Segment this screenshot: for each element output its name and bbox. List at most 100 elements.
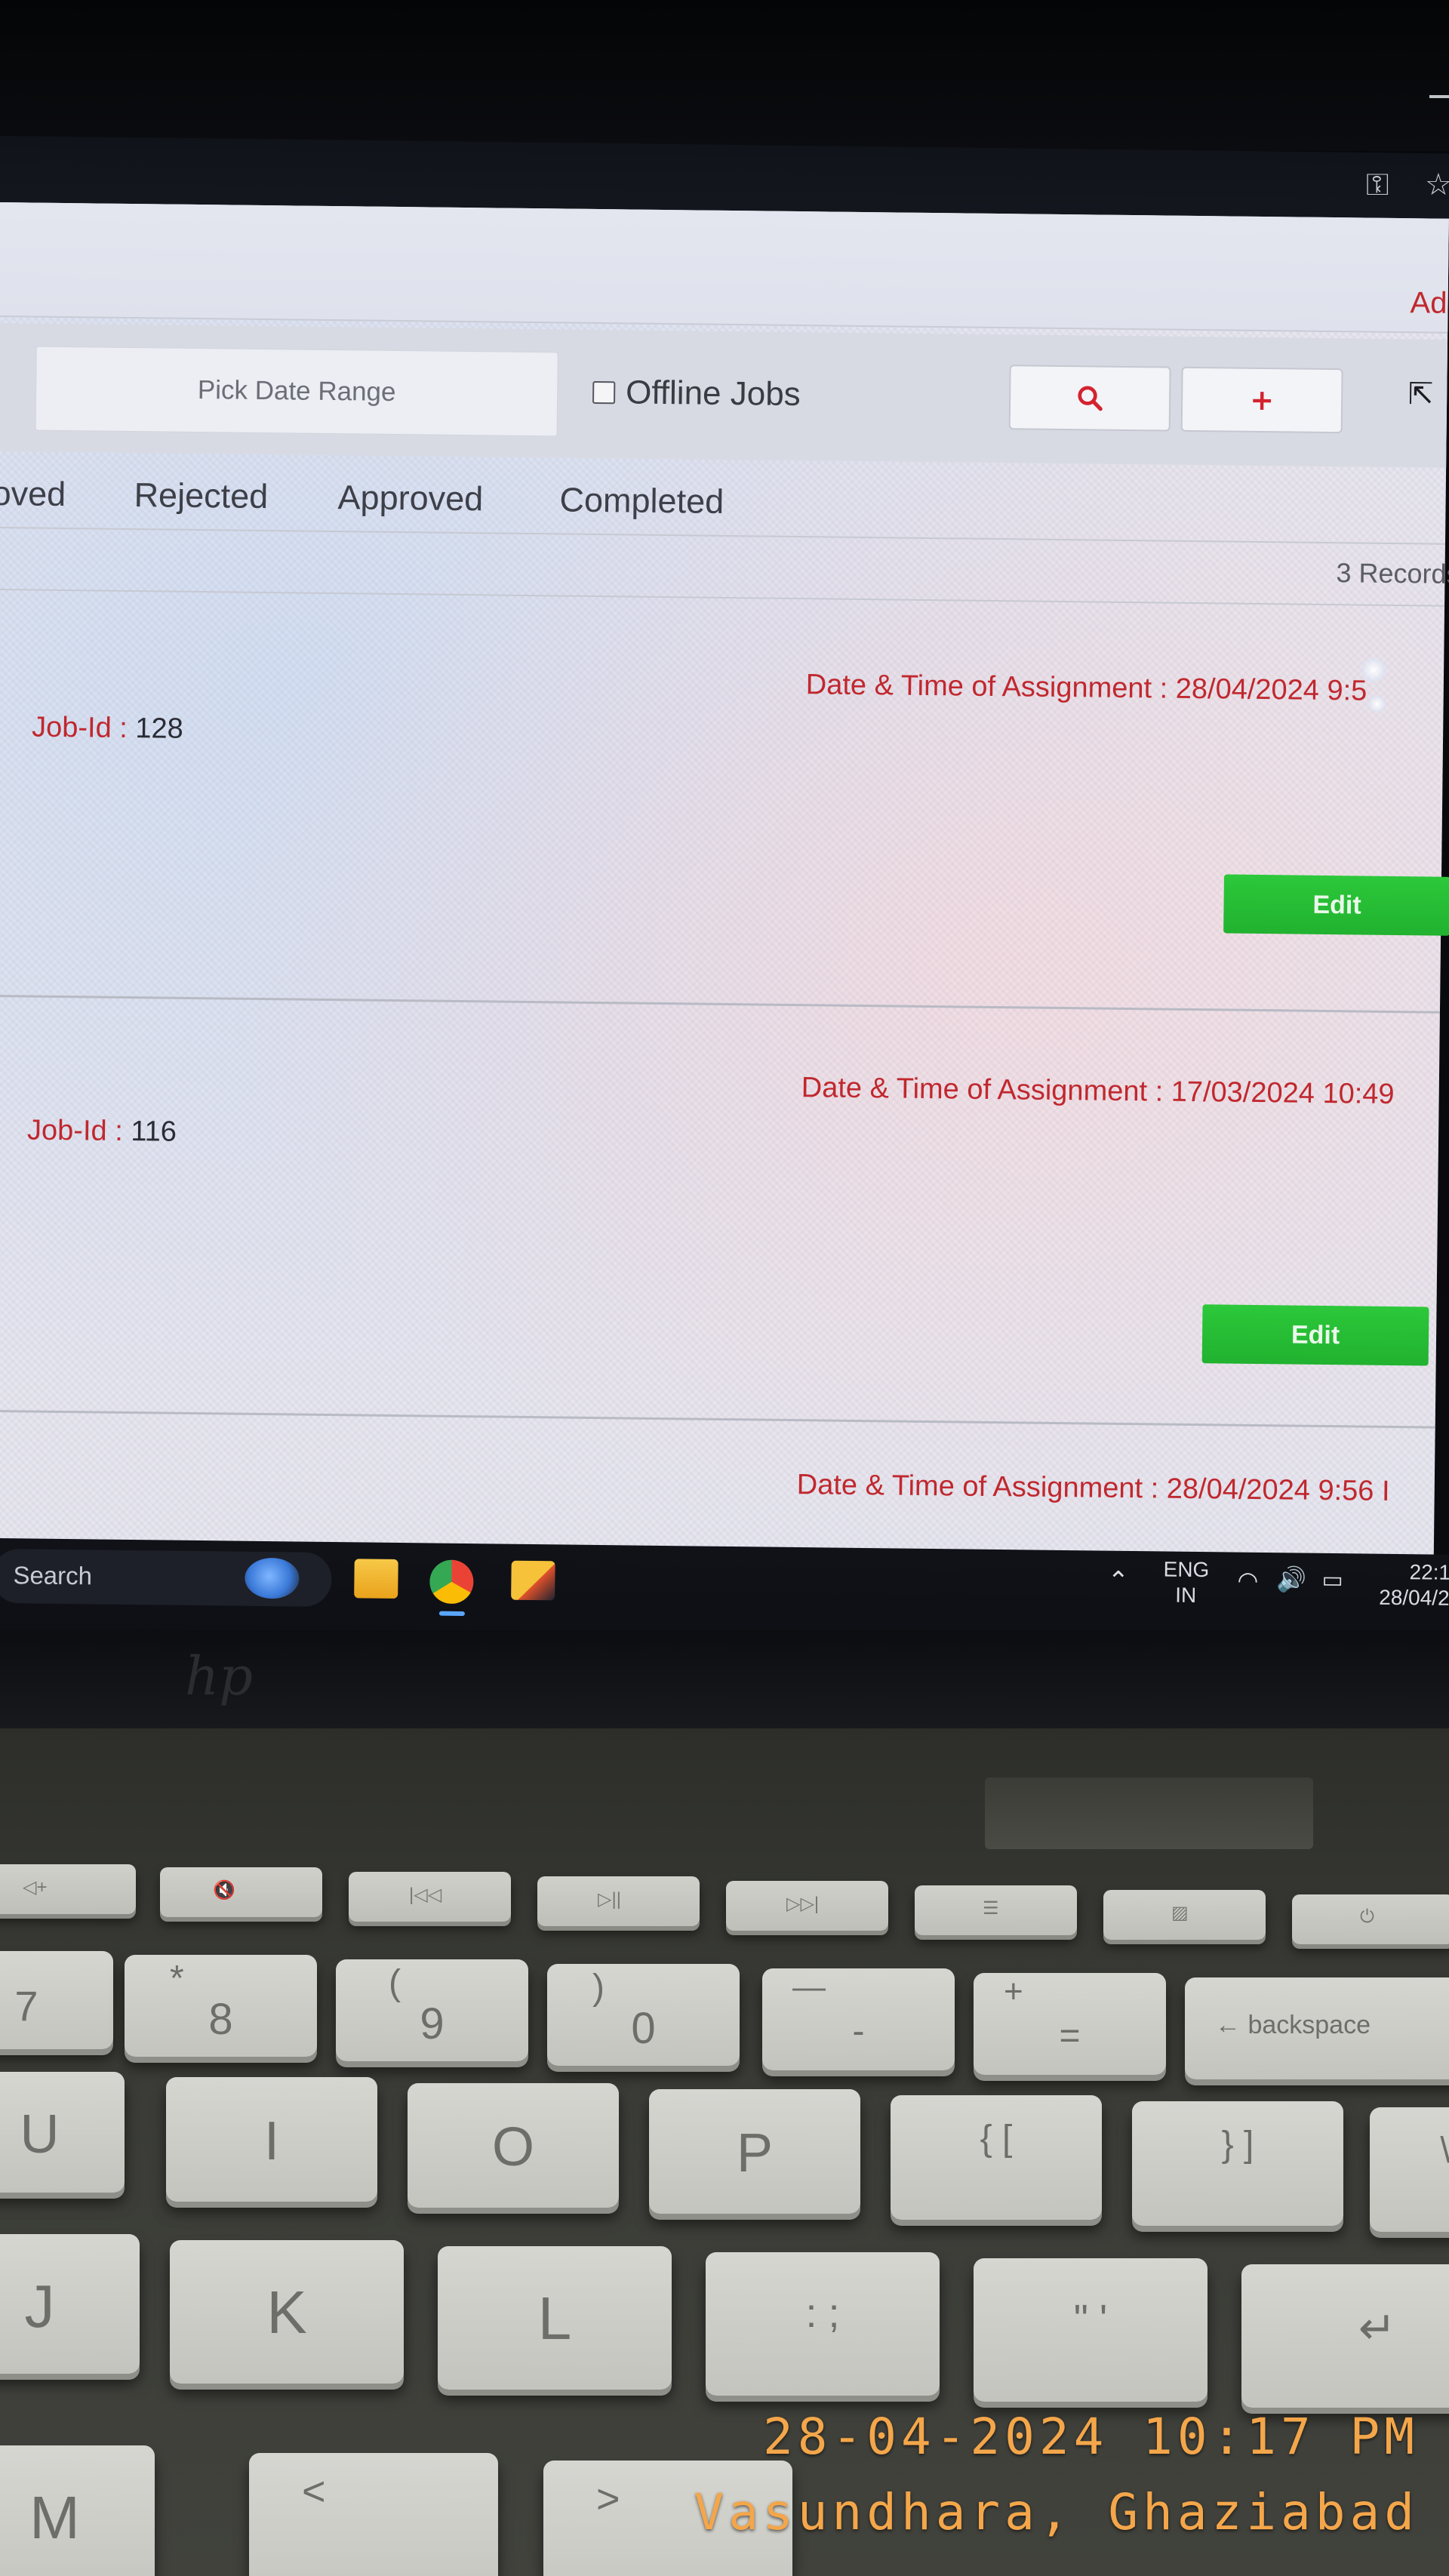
keyboard-key: M (0, 2445, 155, 2576)
keyboard-key: " ' (974, 2258, 1208, 2402)
keyboard-key-enter: ↵ (1241, 2264, 1449, 2408)
fn-key-label: ▷▷| (786, 1894, 820, 1914)
keyboard-key: L (438, 2246, 672, 2390)
edit-button[interactable]: Edit (1223, 874, 1449, 936)
keyboard-key-backspace: ← backspace (1185, 1977, 1449, 2079)
key-label: 9 (420, 1999, 445, 2048)
star-icon[interactable]: ☆ (1425, 168, 1449, 202)
tab-rejected[interactable]: Rejected (134, 475, 268, 516)
fish-search-highlight-icon (245, 1557, 300, 1599)
key-label: < (302, 2469, 326, 2514)
screen-glare (1360, 657, 1387, 683)
hp-logo: hp (185, 1645, 253, 1707)
records-count: 3 Records (1336, 557, 1449, 589)
keyboard-key: — - (762, 1968, 955, 2070)
show-hidden-icons-icon[interactable]: ⌃ (1107, 1566, 1129, 1596)
keyboard-key: U (0, 2072, 125, 2193)
tab-approved[interactable]: Approved (337, 478, 483, 519)
fn-key-label: ▨ (1171, 1903, 1189, 1923)
key-label-top: — (792, 1968, 826, 2005)
job-id: Job-Id : 116 (27, 1114, 177, 1148)
language-indicator-bottom[interactable]: IN (1175, 1583, 1196, 1608)
fn-key-label: |◁◁ (409, 1885, 442, 1905)
key-label-top: ) (592, 1968, 605, 2008)
wifi-icon[interactable]: ◠ (1237, 1566, 1258, 1595)
key-label: } ] (1221, 2125, 1254, 2165)
tab-approved-partial[interactable]: oved (0, 474, 66, 514)
key-label: : ; (805, 2291, 840, 2336)
key-label-top: + (1004, 1973, 1023, 2010)
assignment-datetime: Date & Time of Assignment : 28/04/2024 9… (805, 669, 1367, 707)
key-label: K (266, 2279, 307, 2346)
search-icon (1078, 386, 1103, 411)
key-label-top: ( (389, 1963, 401, 2003)
keyboard-key-fn: ☰ (915, 1885, 1077, 1935)
keyboard-key: I (166, 2077, 377, 2202)
taskbar-search[interactable]: Search (0, 1548, 332, 1607)
keyboard-key: + = (974, 1973, 1166, 2075)
key-label: - (852, 2011, 865, 2051)
chrome-icon[interactable] (429, 1559, 474, 1605)
key-label: \ (1370, 2130, 1449, 2171)
job-id-value: 116 (131, 1116, 177, 1148)
taskbar-search-label: Search (13, 1561, 93, 1590)
keyboard-key: < (249, 2453, 498, 2576)
key-label: 8 (208, 1995, 233, 2044)
keyboard-key-fn: ⏻ (1292, 1894, 1449, 1944)
key-label: I (263, 2111, 279, 2171)
keyboard-key: K (170, 2240, 404, 2384)
web-app-screen: Adı Pick Date Range Offline Jobs + ⇱ ove… (0, 202, 1449, 1577)
key-label: = (1059, 2016, 1081, 2056)
key-label: U (20, 2104, 60, 2165)
key-label: M (29, 2484, 80, 2551)
job-id-value: 128 (135, 712, 184, 745)
keyboard-key-fn: ▷▷| (726, 1881, 888, 1931)
key-label: " ' (1073, 2297, 1108, 2342)
taskbar-time[interactable]: 22:1 (1409, 1560, 1449, 1585)
filter-bar: Pick Date Range Offline Jobs + ⇱ (0, 322, 1448, 468)
tab-completed[interactable]: Completed (559, 480, 724, 521)
sticky-app-icon[interactable] (511, 1560, 555, 1601)
keyboard-key: : ; (706, 2252, 940, 2396)
taskbar-date[interactable]: 28/04/2 (1379, 1586, 1449, 1611)
keyboard-key: ) 0 (547, 1964, 740, 2066)
nav-admin-link[interactable]: Adı (1410, 286, 1449, 321)
keyboard-key-fn: 🔇 (160, 1867, 322, 1917)
assignment-datetime: Date & Time of Assignment : 17/03/2024 1… (801, 1072, 1395, 1111)
job-id-label: Job-Id : (26, 1114, 124, 1147)
date-range-picker[interactable]: Pick Date Range (35, 346, 558, 437)
key-label: 0 (631, 2004, 656, 2053)
top-nav: Adı (0, 202, 1449, 334)
search-button[interactable] (1008, 365, 1171, 432)
keyboard-key-fn: ◁+ (0, 1864, 136, 1914)
key-label-top: * (170, 1959, 184, 1999)
keyboard-key: ( 9 (336, 1959, 528, 2061)
fn-key-label: ⏻ (1360, 1907, 1374, 1927)
offline-jobs-label: Offline Jobs (625, 374, 801, 414)
key-label: L (537, 2285, 572, 2352)
offline-jobs-checkbox[interactable] (592, 380, 616, 405)
key-label: { [ (980, 2119, 1013, 2159)
key-label: P (736, 2123, 774, 2184)
keyboard-key: } ] (1132, 2101, 1343, 2226)
hinge-vent (985, 1777, 1313, 1849)
edit-button[interactable]: Edit (1201, 1304, 1429, 1366)
keyboard-key-fn: ▨ (1103, 1890, 1266, 1940)
key-label: J (24, 2273, 55, 2340)
file-explorer-icon[interactable] (354, 1559, 398, 1599)
key-label: O (491, 2117, 534, 2177)
language-indicator-top[interactable]: ENG (1163, 1557, 1209, 1582)
job-card: Date & Time of Assignment : 28/04/2024 9… (0, 589, 1449, 1014)
battery-icon[interactable]: ▭ (1321, 1567, 1343, 1593)
add-job-button[interactable]: + (1180, 366, 1343, 434)
volume-icon[interactable]: 🔊 (1276, 1565, 1306, 1593)
offline-jobs-filter[interactable]: Offline Jobs (592, 374, 801, 414)
key-icon[interactable]: ⚿ (1366, 168, 1389, 202)
keyboard-key: \ (1370, 2107, 1449, 2232)
window-minimize-icon[interactable] (1429, 95, 1449, 98)
job-id-label: Job-Id : (31, 711, 128, 744)
mouse-cursor-icon: ⇱ (1407, 377, 1434, 412)
fn-key-label: 🔇 (213, 1880, 235, 1900)
keyboard-key-fn: |◁◁ (349, 1872, 511, 1922)
fn-key-label: ◁+ (23, 1877, 48, 1897)
